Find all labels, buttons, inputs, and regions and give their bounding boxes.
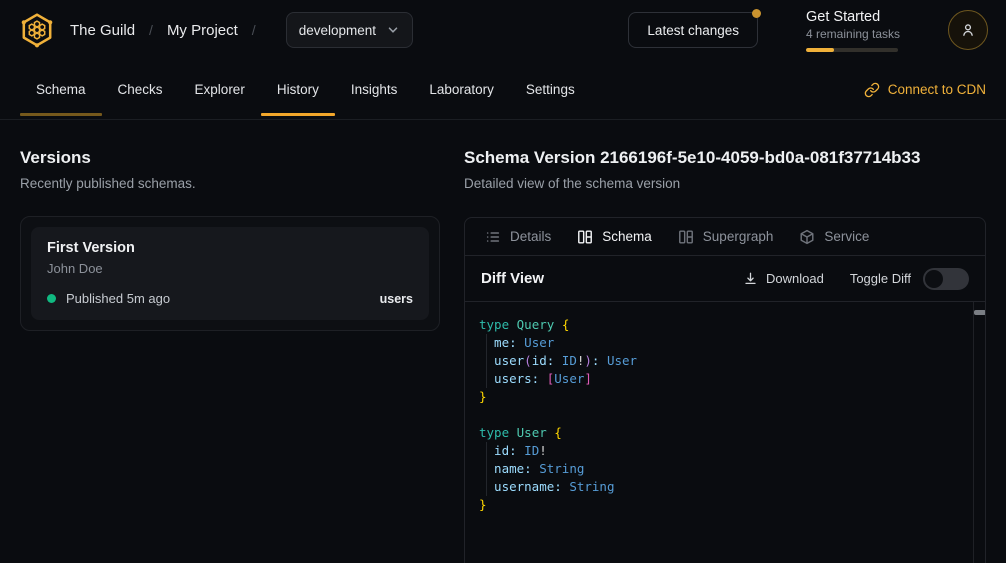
detail-tab-details[interactable]: Details	[485, 229, 551, 245]
list-icon	[485, 229, 501, 245]
latest-changes-button[interactable]: Latest changes	[628, 12, 758, 48]
published-status-icon	[47, 294, 56, 303]
diff-view-title: Diff View	[481, 270, 544, 287]
person-icon	[959, 21, 977, 39]
get-started-widget[interactable]: Get Started 4 remaining tasks	[806, 9, 900, 52]
version-detail-panel: Schema Version 2166196f-5e10-4059-bd0a-0…	[464, 120, 986, 563]
detail-tab-label: Details	[510, 229, 551, 244]
latest-changes-label: Latest changes	[647, 23, 739, 38]
nav-tab-history[interactable]: History	[261, 60, 335, 119]
detail-tab-label: Supergraph	[703, 229, 774, 244]
code-scrollbar-thumb[interactable]	[974, 310, 985, 315]
get-started-title: Get Started	[806, 9, 900, 25]
cube-icon	[799, 229, 815, 245]
version-author: John Doe	[47, 261, 413, 276]
nav-tab-explorer[interactable]: Explorer	[179, 60, 261, 119]
nav-tab-checks[interactable]: Checks	[102, 60, 179, 119]
version-service-badge: users	[380, 292, 413, 306]
toggle-diff-group: Toggle Diff	[850, 268, 969, 290]
breadcrumb-org[interactable]: The Guild	[70, 22, 135, 39]
download-button[interactable]: Download	[743, 271, 824, 286]
link-icon	[864, 82, 880, 98]
versions-panel: Versions Recently published schemas. Fir…	[20, 120, 440, 563]
code-scrollbar[interactable]	[973, 302, 985, 563]
diff-toolbar: Diff View Download Toggle Diff	[465, 256, 985, 302]
environment-dropdown-value: development	[299, 23, 376, 38]
panels-icon	[577, 229, 593, 245]
connect-to-cdn-link[interactable]: Connect to CDN	[864, 60, 986, 119]
main-content: Versions Recently published schemas. Fir…	[0, 120, 1006, 563]
main-nav-tabs: Schema Checks Explorer History Insights …	[20, 60, 591, 119]
nav-tab-insights[interactable]: Insights	[335, 60, 414, 119]
version-status: Published 5m ago	[66, 291, 170, 306]
diff-actions: Download Toggle Diff	[743, 268, 969, 290]
download-icon	[743, 271, 758, 286]
detail-tab-label: Schema	[602, 229, 652, 244]
breadcrumb-separator: /	[252, 22, 256, 38]
detail-tabs: Details Schema	[465, 218, 985, 256]
detail-tab-service[interactable]: Service	[799, 229, 869, 245]
versions-title: Versions	[20, 148, 440, 168]
get-started-subtitle: 4 remaining tasks	[806, 27, 900, 41]
nav-tab-schema[interactable]: Schema	[20, 60, 102, 119]
nav-tab-settings[interactable]: Settings	[510, 60, 591, 119]
schema-code-viewer[interactable]: type Query { me: User user(id: ID!): Use…	[465, 302, 985, 563]
panels-icon	[678, 229, 694, 245]
detail-tab-label: Service	[824, 229, 869, 244]
chevron-down-icon	[386, 23, 400, 37]
get-started-progress-fill	[806, 48, 834, 52]
schema-version-title: Schema Version 2166196f-5e10-4059-bd0a-0…	[464, 148, 986, 168]
user-avatar[interactable]	[948, 10, 988, 50]
detail-tab-schema[interactable]: Schema	[577, 229, 652, 245]
notification-dot	[752, 9, 761, 18]
version-name: First Version	[47, 240, 413, 256]
app-header: The Guild / My Project / development Lat…	[0, 0, 1006, 60]
environment-dropdown[interactable]: development	[286, 12, 413, 48]
versions-list-card: First Version John Doe Published 5m ago …	[20, 216, 440, 331]
nav-tab-laboratory[interactable]: Laboratory	[413, 60, 510, 119]
breadcrumb-project[interactable]: My Project	[167, 22, 238, 39]
guild-logo-icon[interactable]	[18, 11, 56, 49]
get-started-progress-bar	[806, 48, 898, 52]
detail-tab-supergraph[interactable]: Supergraph	[678, 229, 774, 245]
toggle-diff-label: Toggle Diff	[850, 271, 911, 286]
schema-version-card: Details Schema	[464, 217, 986, 563]
breadcrumb-separator: /	[149, 22, 153, 38]
connect-to-cdn-label: Connect to CDN	[888, 82, 986, 97]
graphql-schema-code: type Query { me: User user(id: ID!): Use…	[479, 316, 965, 514]
version-list-item[interactable]: First Version John Doe Published 5m ago …	[31, 227, 429, 320]
toggle-diff-switch[interactable]	[923, 268, 969, 290]
download-label: Download	[766, 271, 824, 286]
main-nav: Schema Checks Explorer History Insights …	[0, 60, 1006, 120]
schema-version-subtitle: Detailed view of the schema version	[464, 176, 986, 191]
toggle-diff-knob	[925, 270, 943, 288]
version-meta-row: Published 5m ago users	[47, 291, 413, 306]
versions-subtitle: Recently published schemas.	[20, 176, 440, 191]
